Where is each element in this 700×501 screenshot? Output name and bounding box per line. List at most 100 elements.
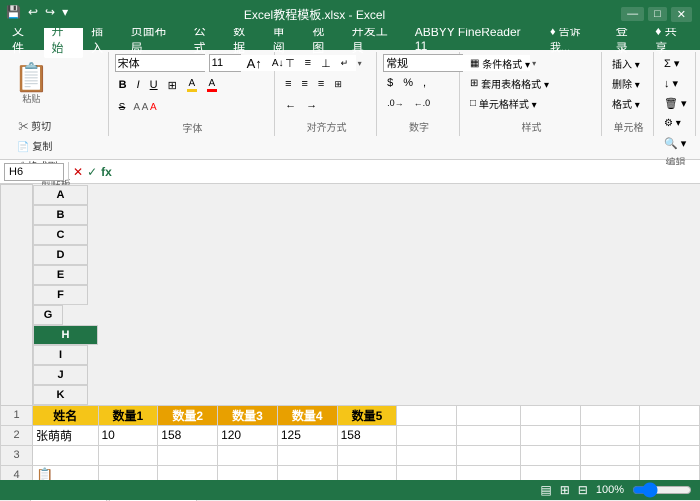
cell-styles-button[interactable]: □ 单元格样式 ▾: [466, 94, 597, 112]
cell-G1[interactable]: [397, 405, 457, 425]
cancel-formula-button[interactable]: ✕: [73, 165, 83, 179]
fill-button[interactable]: ↓ ▾: [660, 74, 691, 92]
maximize-button[interactable]: □: [648, 7, 667, 21]
autosum-button[interactable]: Σ ▾: [660, 54, 691, 72]
col-header-F[interactable]: F: [33, 285, 88, 305]
indent-increase-button[interactable]: →: [302, 96, 321, 114]
grid[interactable]: A B C D E F G H I J K 1 姓名 数量: [0, 184, 700, 480]
close-button[interactable]: ✕: [671, 7, 692, 22]
indent-decrease-button[interactable]: ←: [281, 96, 300, 114]
cell-A1[interactable]: 姓名: [33, 405, 99, 425]
align-top-button[interactable]: ⊤: [281, 54, 299, 72]
save-button[interactable]: 💾: [4, 4, 23, 20]
col-header-D[interactable]: D: [33, 245, 88, 265]
format-cells-button[interactable]: 格式 ▾: [608, 94, 649, 112]
cell-I2[interactable]: [521, 425, 581, 445]
paste-button[interactable]: 📋 粘贴: [8, 54, 55, 114]
col-header-A[interactable]: A: [33, 185, 88, 205]
align-middle-button[interactable]: ≡: [301, 54, 315, 72]
qa-dropdown-button[interactable]: ▾: [60, 4, 70, 20]
col-header-B[interactable]: B: [33, 205, 88, 225]
delete-cells-button[interactable]: 删除 ▾: [608, 74, 649, 92]
cell-K1[interactable]: [640, 405, 700, 425]
cell-I4[interactable]: [521, 465, 581, 480]
col-header-H[interactable]: H: [33, 325, 98, 345]
comma-button[interactable]: ,: [419, 74, 430, 92]
cell-H3[interactable]: [456, 445, 520, 465]
cell-D2[interactable]: 120: [218, 425, 278, 445]
align-right-button[interactable]: ≡: [314, 75, 328, 93]
fill-color-button[interactable]: A: [183, 76, 201, 94]
align-left-button[interactable]: ≡: [281, 75, 295, 93]
percent-button[interactable]: %: [399, 74, 417, 92]
cell-C3[interactable]: [158, 445, 218, 465]
cell-H4[interactable]: [456, 465, 520, 480]
insert-function-button[interactable]: fx: [101, 165, 112, 179]
align-bottom-button[interactable]: ⊥: [317, 54, 335, 72]
decrease-decimal-button[interactable]: ←.0: [410, 94, 435, 112]
cell-D1[interactable]: 数量3: [218, 405, 278, 425]
page-layout-view-button[interactable]: ⊞: [560, 483, 570, 497]
zoom-slider[interactable]: [632, 482, 692, 498]
increase-decimal-button[interactable]: .0→: [383, 94, 408, 112]
col-header-C[interactable]: C: [33, 225, 88, 245]
clear-button[interactable]: 🗑 ▾: [660, 94, 691, 112]
row-num-4[interactable]: 4: [1, 465, 33, 480]
strikethrough-button[interactable]: S: [115, 98, 130, 116]
cell-B1[interactable]: 数量1: [98, 405, 158, 425]
cell-F4[interactable]: [337, 465, 397, 480]
cell-D4[interactable]: [218, 465, 278, 480]
row-num-1[interactable]: 1: [1, 405, 33, 425]
cell-G4[interactable]: [397, 465, 457, 480]
insert-cells-button[interactable]: 插入 ▾: [608, 54, 649, 72]
cell-B4[interactable]: [98, 465, 158, 480]
cell-F3[interactable]: [337, 445, 397, 465]
cell-I1[interactable]: [521, 405, 581, 425]
cell-K3[interactable]: [640, 445, 700, 465]
currency-button[interactable]: $: [383, 74, 397, 92]
undo-button[interactable]: ↩: [26, 4, 40, 20]
cell-reference-input[interactable]: [4, 163, 64, 181]
cell-A2[interactable]: 张萌萌: [33, 425, 99, 445]
cell-K4[interactable]: [640, 465, 700, 480]
cell-G3[interactable]: [397, 445, 457, 465]
conditional-format-button[interactable]: ▦ 条件格式 ▾: [466, 54, 597, 72]
cell-A3[interactable]: [33, 445, 99, 465]
cell-J4[interactable]: [580, 465, 640, 480]
cell-E1[interactable]: 数量4: [277, 405, 337, 425]
normal-view-button[interactable]: ▤: [540, 483, 551, 497]
font-color-button[interactable]: A: [203, 76, 221, 94]
row-num-3[interactable]: 3: [1, 445, 33, 465]
cell-K2[interactable]: [640, 425, 700, 445]
cell-I3[interactable]: [521, 445, 581, 465]
cell-F2[interactable]: 158: [337, 425, 397, 445]
cell-E3[interactable]: [277, 445, 337, 465]
cell-B2[interactable]: 10: [98, 425, 158, 445]
find-select-button[interactable]: 🔍 ▾: [660, 134, 691, 152]
cell-A4[interactable]: 📋: [33, 465, 99, 480]
underline-button[interactable]: U: [146, 76, 162, 94]
col-header-K[interactable]: K: [33, 385, 88, 405]
cell-E4[interactable]: [277, 465, 337, 480]
col-header-I[interactable]: I: [33, 345, 88, 365]
redo-button[interactable]: ↪: [43, 4, 57, 20]
merge-button[interactable]: ⊞: [330, 75, 346, 93]
row-num-2[interactable]: 2: [1, 425, 33, 445]
col-header-J[interactable]: J: [33, 365, 88, 385]
cell-C1[interactable]: 数量2: [158, 405, 218, 425]
font-size-combo[interactable]: ▾: [209, 54, 241, 72]
cell-J3[interactable]: [580, 445, 640, 465]
cell-G2[interactable]: [397, 425, 457, 445]
number-format-combo[interactable]: ▾: [383, 54, 463, 72]
cell-H2[interactable]: [456, 425, 520, 445]
copy-button[interactable]: 📄 复制: [8, 136, 61, 154]
sort-filter-button[interactable]: ⚙ ▾: [660, 114, 691, 132]
wrap-text-button[interactable]: ↵: [337, 54, 353, 72]
cut-button[interactable]: ✂ 剪切: [8, 116, 61, 134]
border-button[interactable]: ⊞: [164, 76, 181, 94]
align-center-button[interactable]: ≡: [297, 75, 311, 93]
page-break-view-button[interactable]: ⊟: [578, 483, 588, 497]
cell-C2[interactable]: 158: [158, 425, 218, 445]
increase-font-button[interactable]: A↑: [243, 54, 266, 72]
cell-H1[interactable]: [456, 405, 520, 425]
